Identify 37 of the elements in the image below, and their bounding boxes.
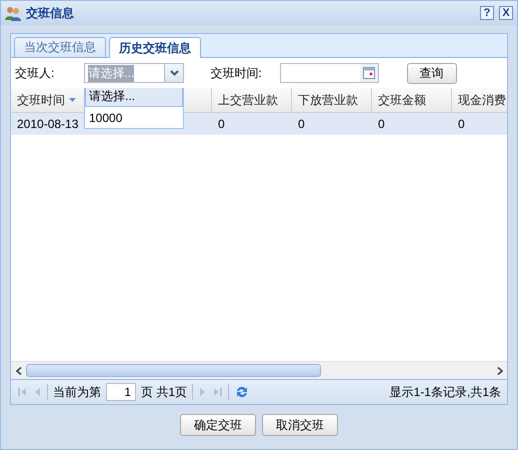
table-cell: 2010-08-13 (17, 116, 78, 130)
close-button[interactable]: X (499, 6, 513, 20)
column-header[interactable]: 交班时间 (17, 92, 65, 108)
tab[interactable]: 历史交班信息 (109, 37, 201, 58)
time-label: 交班时间: (210, 64, 262, 82)
column-header[interactable]: 上交营业款 (218, 92, 278, 108)
table-cell: 0 (298, 116, 305, 130)
query-button[interactable]: 查询 (406, 62, 457, 84)
table-cell: 0 (218, 116, 225, 130)
last-page-icon[interactable] (213, 387, 224, 397)
column-header[interactable]: 下放营业款 (298, 92, 358, 108)
scroll-left-icon[interactable] (16, 366, 22, 374)
date-field[interactable] (280, 63, 379, 83)
action-button[interactable]: 确定交班 (180, 414, 256, 436)
dropdown-option[interactable]: 请选择... (85, 88, 183, 107)
calendar-icon (362, 67, 375, 79)
page-input[interactable]: 1 (106, 383, 136, 401)
users-icon (5, 5, 21, 21)
scroll-right-icon[interactable] (496, 366, 502, 374)
page-count: 页 共1页 (141, 384, 188, 400)
scroll-thumb[interactable] (26, 364, 321, 377)
column-header[interactable]: 现金消费 (458, 92, 506, 108)
window-title: 交班信息 (26, 4, 75, 22)
tab[interactable]: 当次交班信息 (14, 37, 106, 57)
page-label: 当前为第 (53, 384, 101, 400)
sort-icon (69, 98, 76, 102)
caret-icon (170, 70, 179, 76)
combo-value: 请选择... (88, 64, 134, 82)
person-label: 交班人: (15, 64, 54, 82)
action-button[interactable]: 取消交班 (262, 414, 338, 436)
help-button[interactable]: ? (480, 6, 494, 20)
first-page-icon[interactable] (17, 387, 27, 397)
record-summary: 显示1-1条记录,共1条 (390, 384, 501, 400)
table-cell: 0 (378, 116, 385, 130)
column-header[interactable]: 交班金额 (378, 92, 426, 108)
horizontal-scrollbar[interactable] (11, 361, 507, 379)
table-cell: 0 (458, 116, 465, 130)
